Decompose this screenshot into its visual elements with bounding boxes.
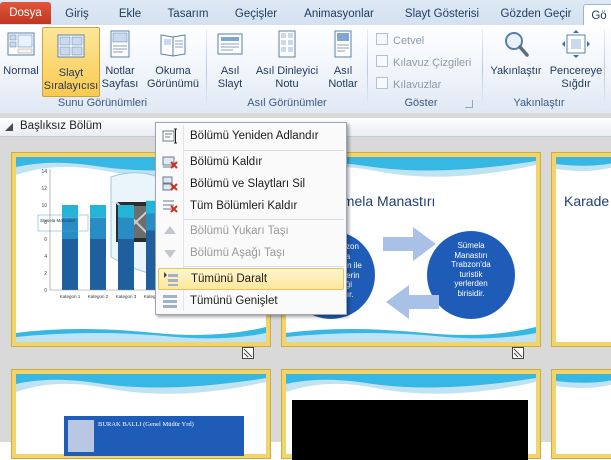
gridlines-checkbox[interactable]: Kılavuz Çizgileri [376,55,471,69]
move-down-icon [164,250,176,258]
menu-separator [184,266,344,267]
menu-item-remove-section[interactable]: Bölümü Kaldır [156,151,346,173]
tab-animations[interactable]: Animasyonlar [296,3,382,25]
fit-to-window-icon [562,30,590,58]
remove-section-icon [162,156,178,169]
group-label-zoom: Yakınlaştır [513,97,565,109]
handout-master-icon [278,30,296,58]
tab-file[interactable]: Dosya [0,2,51,24]
reading-view-icon [160,34,186,57]
y-tick-label: 6 [44,237,47,243]
slide-transition-icon [242,347,254,359]
chart-bar-segment [90,217,106,239]
menu-item-collapse-all[interactable]: Tümünü Daralt [158,268,344,290]
tab-slide-show[interactable]: Slayt Gösterisi [396,3,488,25]
slide-thumbnail-6[interactable] [552,370,611,458]
chart-overlay-text: Sümela Manastırı [40,218,75,223]
slide-sorter-icon [57,34,85,58]
notes-master-icon [334,30,352,58]
slide-footer-wave [286,327,536,342]
reading-view-button[interactable]: Okuma Görünümü [144,29,202,91]
slide-sorter-button[interactable]: Slayt Sıralayıcısı [42,27,100,97]
org-chart-name: BURAK BALLI (Genel Müdür Yrd) [98,421,194,428]
chart-bar-segment [62,239,78,290]
notes-master-button[interactable]: Asıl Notlar [324,29,362,91]
checkbox-box [376,77,388,89]
right-circle-text: Sümela Manastırı Trabzon'da turistik yerlerd… [451,241,491,298]
slide-master-icon [217,33,243,55]
fit-to-window-button[interactable]: Pencereye Sığdır [548,29,604,91]
menu-item-delete-section-and-slides[interactable]: Bölümü ve Slaytları Sil [156,173,346,195]
y-tick-label: 2 [44,271,47,277]
group-label-master-views: Asıl Görünümler [247,97,327,109]
collapse-triangle-icon[interactable] [5,123,13,131]
notes-page-icon [110,30,130,58]
slide-header-wave [556,157,611,171]
chart-bar-segment [62,205,78,218]
checkbox-box [376,55,388,67]
chart-bar-segment [90,239,106,290]
diagram-arrow-right [383,227,436,261]
video-placeholder [292,400,528,460]
checkbox-box [376,33,388,45]
tab-transitions[interactable]: Geçişler [230,3,282,25]
notes-page-button[interactable]: Notlar Sayfası [100,29,140,91]
tab-design[interactable]: Tasarım [160,3,216,25]
tab-review[interactable]: Gözden Geçir [497,3,575,25]
slide-footer-wave [16,327,266,342]
y-tick-label: 12 [41,186,47,192]
slide-thumbnail-3[interactable]: Karade [552,153,611,346]
menu-item-move-section-up: Bölümü Yukarı Taşı [156,220,346,242]
y-tick-label: 4 [44,254,47,260]
slide-header-wave [556,374,611,388]
slide-3-title: Karade [564,193,610,209]
slide-transition-icon [512,347,524,359]
group-label-show: Göster [404,97,438,109]
dialog-launcher-icon[interactable] [465,100,473,108]
slide-master-button[interactable]: Asıl Slayt [212,29,248,91]
menu-item-rename-section[interactable]: Bölümü Yeniden Adlandır [156,125,346,147]
x-category-label: Kategori 1 [60,294,81,299]
chart-bar-segment [90,205,106,218]
guides-checkbox[interactable]: Kılavuzlar [376,77,441,91]
collapse-all-icon [164,272,178,286]
y-tick-label: 14 [41,169,47,175]
delete-section-icon [162,176,178,191]
slide-thumbnail-5[interactable] [282,370,540,460]
slide-header-wave [16,374,266,394]
avatar [68,420,94,452]
menu-item-move-section-down: Bölümü Aşağı Taşı [156,242,346,264]
menu-item-remove-all-sections[interactable]: Tüm Bölümleri Kaldır [156,195,346,217]
x-category-label: Kategori 3 [116,294,137,299]
move-up-icon [164,226,176,234]
expand-all-icon [163,295,177,308]
normal-view-button[interactable]: Normal [2,29,40,78]
chart-bar-segment [118,217,134,239]
rename-icon [162,128,177,144]
slide-thumbnail-4[interactable]: BURAK BALLI (Genel Müdür Yrd) [12,370,270,458]
chart-bar-segment [118,205,134,218]
tab-view[interactable]: Gö [583,4,611,27]
tab-insert[interactable]: Ekle [113,3,147,25]
zoom-button[interactable]: Yakınlaştır [488,29,544,78]
handout-master-button[interactable]: Asıl Dinleyici Notu [252,29,322,91]
section-title: Başlıksız Bölüm [20,120,102,132]
remove-all-sections-icon [163,200,178,213]
chart-bar-segment [118,239,134,290]
menu-item-expand-all[interactable]: Tümünü Genişlet [156,290,346,312]
ribbon: Normal Slayt Sıralayıcısı Notlar Sayfası [0,25,611,114]
tab-home[interactable]: Giriş [57,3,97,25]
y-tick-label: 10 [41,203,47,209]
section-context-menu: Bölümü Yeniden Adlandır Bölümü Kaldır Bö… [155,122,347,315]
ruler-checkbox[interactable]: Cetvel [376,33,424,47]
ribbon-tab-bar: Dosya Giriş Ekle Tasarım Geçişler Animas… [0,0,611,27]
magnifier-icon [505,32,529,57]
y-tick-label: 0 [44,288,47,294]
org-chart-box: BURAK BALLI (Genel Müdür Yrd) [64,416,244,456]
x-category-label: Kategori 2 [88,294,109,299]
normal-view-icon [7,32,35,56]
group-separator [604,29,605,109]
group-label-presentation-views: Sunu Görünümleri [57,97,148,109]
